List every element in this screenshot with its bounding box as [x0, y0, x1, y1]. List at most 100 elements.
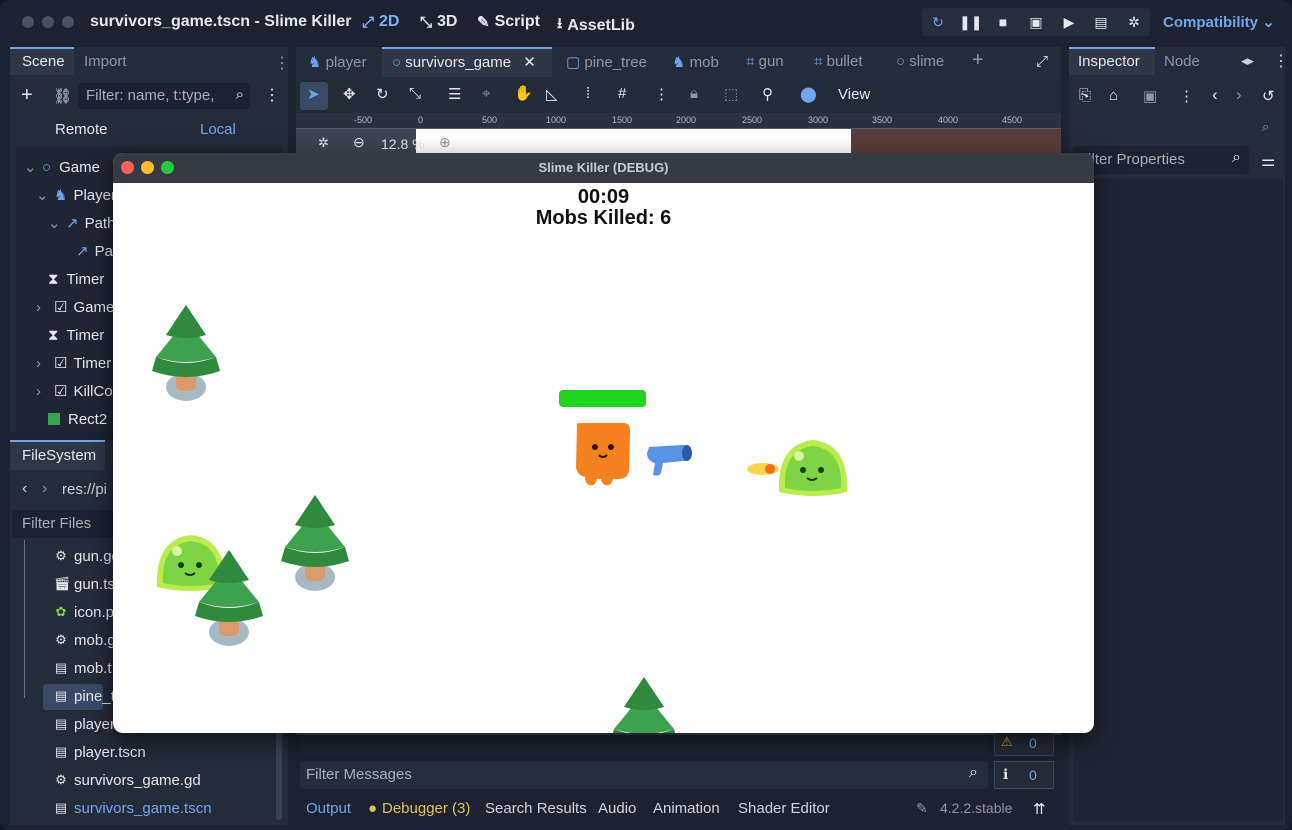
move-tool-icon[interactable]: ✥ [343, 85, 356, 103]
more-icon[interactable]: ⋮ [654, 85, 669, 103]
zoom-level[interactable]: 12.8 % [381, 136, 425, 152]
play-scene-icon[interactable]: ▶ [1058, 11, 1080, 33]
expand-panel-icon[interactable]: ⇈ [1033, 800, 1046, 818]
mode-2d-button[interactable]: ⤢ 2D [362, 13, 399, 31]
bone-icon[interactable]: ⚲ [762, 85, 773, 103]
center-view-icon[interactable]: ✲ [318, 135, 329, 151]
scene-tab-bullet[interactable]: ⌗ bullet [814, 53, 862, 70]
file-mob-gd[interactable]: ⚙ mob.g [54, 628, 116, 652]
window-minimize-dot[interactable] [42, 16, 54, 28]
bottom-tab-animation[interactable]: Animation [653, 800, 720, 817]
scene-tab-mob[interactable]: ♞ mob [672, 53, 719, 71]
movie-maker-icon[interactable]: ✲ [1123, 11, 1145, 33]
mode-3d-button[interactable]: ⤡ 3D [420, 13, 457, 31]
remote-tab[interactable]: Remote [55, 121, 108, 138]
open-folder-icon[interactable]: ⌂ [1109, 87, 1118, 104]
file-pine-tree-tscn[interactable]: ▤ pine_t [54, 684, 115, 708]
warnings-counter[interactable]: ⚠ 0 [994, 730, 1054, 756]
history-forward-icon[interactable]: › [1236, 85, 1242, 105]
bottom-tab-output[interactable]: Output [306, 800, 351, 817]
stop-icon[interactable]: ■ [992, 11, 1014, 33]
reload-icon[interactable]: ↻ [927, 11, 949, 33]
link-icon[interactable]: ⛓ [53, 87, 72, 105]
bottom-tab-search-results[interactable]: Search Results [485, 800, 587, 817]
file-gun-gd[interactable]: ⚙ gun.gd [54, 544, 120, 568]
list-tool-icon[interactable]: ☰ [448, 85, 461, 103]
renderer-dropdown[interactable]: Compatibility ⌄ [1163, 13, 1275, 31]
smart-snap-icon[interactable]: ⁞ [586, 85, 590, 102]
tab-inspector[interactable]: Inspector [1078, 53, 1140, 70]
add-node-icon[interactable]: + [21, 84, 33, 107]
bottom-tab-shader-editor[interactable]: Shader Editor [738, 800, 830, 817]
scene-tab-slime[interactable]: ○ slime [896, 53, 944, 70]
remote-debug-icon[interactable]: ▣ [1025, 11, 1047, 33]
bottom-tab-debugger[interactable]: Debugger (3) [382, 800, 470, 817]
mode-assetlib-button[interactable]: ⭳ AssetLib [557, 13, 635, 38]
group-icon[interactable]: ⬚ [724, 85, 738, 103]
tree-node-timerlabel[interactable]: › ☑ Timer [36, 351, 111, 375]
scene-filter-input[interactable]: Filter: name, t:type, ⌕ [78, 83, 250, 109]
game-debug-window[interactable]: Slime Killer (DEBUG) 00:09 Mobs Killed: … [113, 153, 1094, 733]
view-menu[interactable]: View [838, 86, 870, 103]
file-icon-png[interactable]: ✿ icon.p [54, 600, 114, 624]
file-mob-tscn[interactable]: ▤ mob.t [54, 656, 112, 680]
tree-node-killcount[interactable]: › ☑ KillCou [36, 379, 121, 403]
bottom-tab-audio[interactable]: Audio [598, 800, 636, 817]
grid-snap-icon[interactable]: # [618, 85, 626, 102]
rotate-tool-icon[interactable]: ↻ [376, 85, 389, 103]
tree-node-path[interactable]: ⌄ ↗ Path [48, 211, 115, 235]
back-icon[interactable]: ‹ [22, 480, 27, 498]
doc-icon[interactable]: ⌕ [1262, 119, 1269, 135]
tree-node-pathfollow[interactable]: ↗ Pa [72, 239, 113, 263]
scene-tab-player[interactable]: ♞ player [308, 53, 366, 71]
dock-menu-icon[interactable]: ⋮ [274, 53, 290, 73]
scale-tool-icon[interactable]: ⤡ [409, 85, 421, 102]
property-tools-icon[interactable]: ⚌ [1261, 151, 1275, 171]
lock-icon[interactable]: 🔒︎ [690, 85, 698, 102]
dock-menu-icon[interactable]: ⋮ [1273, 51, 1289, 71]
mode-script-button[interactable]: ✎ Script [477, 13, 540, 31]
tree-node-game[interactable]: ⌄ ○ Game [24, 155, 100, 179]
errors-counter[interactable]: ℹ 0 [994, 761, 1054, 789]
select-tool-icon[interactable]: ➤ [307, 85, 320, 103]
scene-tab-pine-tree[interactable]: ▢ pine_tree [566, 53, 647, 71]
camera-override-icon[interactable]: ⬤ [800, 85, 817, 103]
file-player-gd[interactable]: ▤ player. [54, 712, 118, 736]
forward-icon[interactable]: › [42, 480, 47, 498]
history-back-icon[interactable]: ‹ [1212, 85, 1218, 105]
properties-filter-input[interactable]: Filter Properties ⌕ [1073, 146, 1249, 174]
local-tab[interactable]: Local [200, 121, 236, 138]
scene-tab-gun[interactable]: ⌗ gun [746, 53, 784, 70]
distraction-free-icon[interactable]: ⤢ [1036, 53, 1048, 70]
window-zoom-dot[interactable] [62, 16, 74, 28]
scene-menu-icon[interactable]: ⋮ [264, 85, 280, 105]
zoom-in-icon[interactable]: ⊕ [439, 134, 451, 151]
path-field[interactable]: res://pi [62, 481, 107, 498]
pause-icon[interactable]: ❚❚ [959, 11, 982, 33]
messages-filter-input[interactable]: Filter Messages ⌕ [300, 761, 988, 789]
tab-import[interactable]: Import [84, 53, 127, 70]
tree-node-timer[interactable]: ⧗ Timer [48, 267, 104, 291]
file-player-tscn[interactable]: ▤ player.tscn [54, 740, 146, 764]
pan-tool-icon[interactable]: ✋ [514, 84, 533, 102]
tree-node-gameover[interactable]: › ☑ Game [36, 295, 114, 319]
dock-arrows-icon[interactable]: ◂▸ [1241, 53, 1254, 69]
zoom-out-icon[interactable]: ⊖ [353, 134, 365, 151]
more-icon[interactable]: ⋮ [1179, 87, 1194, 105]
close-icon[interactable]: ✕ [523, 54, 536, 71]
pivot-tool-icon[interactable]: ⌖ [482, 85, 490, 102]
new-resource-icon[interactable]: ⎘ [1079, 87, 1091, 104]
save-icon[interactable]: ▣ [1143, 87, 1157, 105]
window-close-dot[interactable] [22, 16, 34, 28]
history-icon[interactable]: ↺ [1262, 87, 1275, 105]
tab-node[interactable]: Node [1164, 53, 1200, 70]
scene-tab-survivors-game[interactable]: ○ survivors_game ✕ [392, 53, 536, 71]
tree-node-player[interactable]: ⌄ ♞ Player [36, 183, 116, 207]
play-custom-icon[interactable]: ▤ [1090, 11, 1112, 33]
tree-node-timer2[interactable]: ⧗ Timer [48, 323, 104, 347]
tab-scene[interactable]: Scene [22, 53, 65, 70]
add-tab-icon[interactable]: + [972, 49, 984, 72]
file-survivors-game-gd[interactable]: ⚙ survivors_game.gd [54, 768, 201, 792]
tree-node-rect2[interactable]: Rect2 [48, 407, 107, 431]
tab-filesystem[interactable]: FileSystem [22, 447, 96, 464]
